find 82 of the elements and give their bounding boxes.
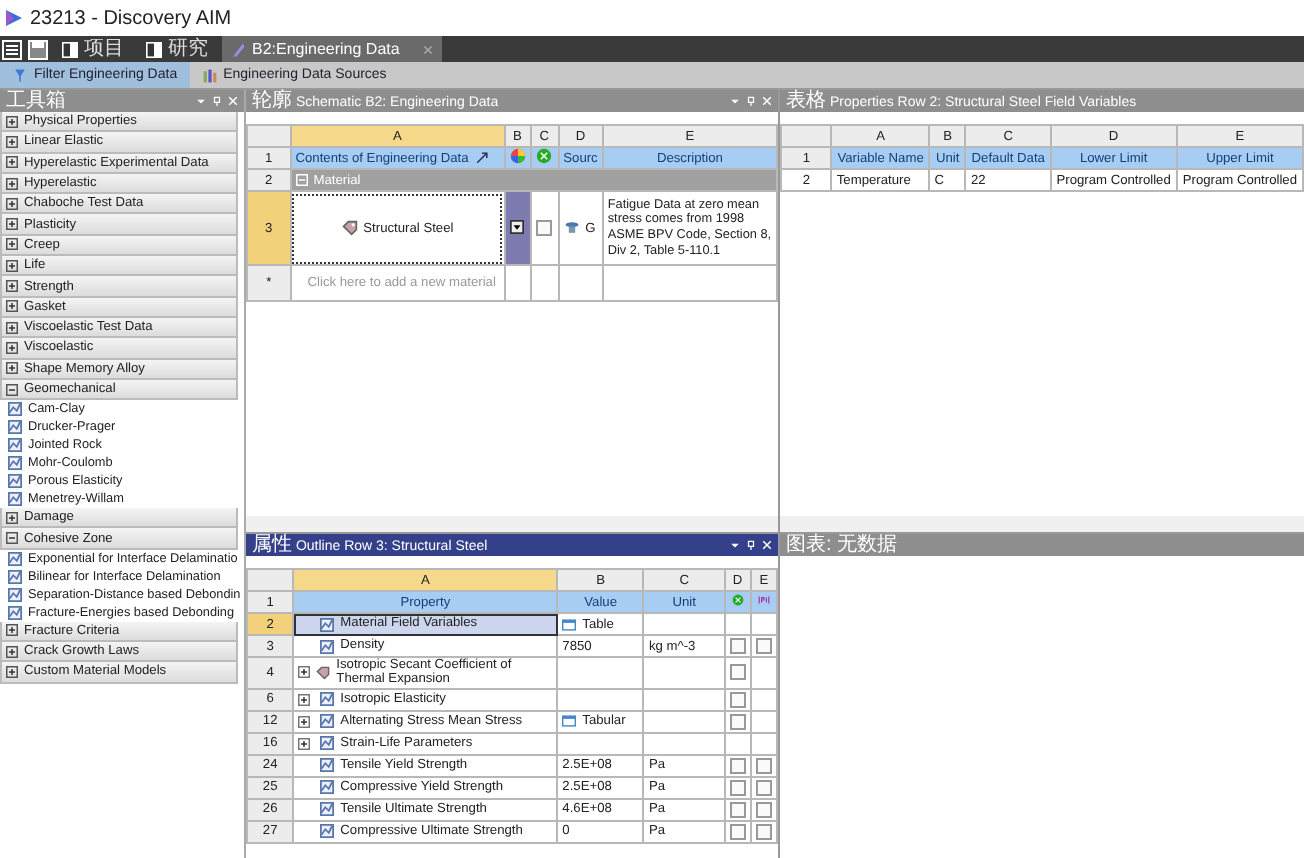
page-icon: [62, 41, 78, 57]
tab[interactable]: B2:Engineering Data: [222, 36, 442, 62]
expander-icon[interactable]: [298, 666, 311, 679]
chart-icon: [320, 714, 335, 729]
caret-icon[interactable]: [730, 540, 740, 550]
checkbox[interactable]: [729, 638, 746, 654]
app-logo-icon: [4, 8, 24, 28]
save-icon[interactable]: [28, 39, 48, 59]
expander-icon[interactable]: [298, 737, 311, 750]
chart-icon: [8, 569, 22, 584]
chart-icon: [8, 420, 22, 435]
chart-icon: [8, 605, 22, 620]
expander-icon: [6, 665, 18, 678]
checkbox[interactable]: [755, 823, 772, 840]
expander-icon: [6, 156, 18, 169]
funnel-icon: [12, 67, 28, 83]
expander-icon: [6, 218, 18, 231]
expander-icon: [6, 135, 18, 148]
checkbox[interactable]: [729, 823, 746, 840]
x-circle-icon: [731, 594, 744, 606]
expander-icon: [6, 321, 18, 334]
table-icon: [562, 617, 577, 631]
menu-icon[interactable]: [2, 39, 22, 59]
expander-icon[interactable]: [298, 715, 311, 728]
panel-title: 图表: 无数据: [786, 534, 898, 556]
expander-icon: [6, 238, 18, 251]
chart-icon: [320, 758, 335, 773]
chart-icon: [320, 617, 335, 631]
chart-icon: [320, 802, 335, 817]
expander-icon: [6, 511, 18, 524]
expander-icon: [6, 383, 18, 395]
chart-icon: [8, 474, 22, 489]
tab[interactable]: 项目: [54, 36, 132, 62]
expander-icon: [295, 174, 308, 186]
window-title: 23213 - Discovery AIM: [30, 7, 232, 29]
flask-icon: [230, 41, 246, 57]
expander-icon: [6, 532, 18, 545]
chart-icon: [320, 639, 335, 653]
dropdown-icon[interactable]: [510, 219, 525, 233]
tab[interactable]: 研究: [138, 36, 216, 62]
chart-icon: [8, 402, 22, 417]
expander-icon[interactable]: [298, 693, 311, 706]
parameter-icon: [757, 594, 770, 606]
expander-icon: [6, 300, 18, 313]
x-circle-icon: [536, 149, 553, 164]
checkbox[interactable]: [755, 638, 772, 654]
expander-icon: [6, 115, 18, 128]
table-icon: [562, 714, 577, 729]
chart-icon: [320, 692, 335, 707]
expander-icon: [6, 362, 18, 375]
chart-icon: [320, 736, 335, 751]
chart-icon: [8, 456, 22, 471]
database-icon: [563, 220, 580, 236]
panel-title: 工具箱: [6, 90, 66, 112]
expander-icon: [6, 645, 18, 658]
pin-icon[interactable]: [746, 540, 756, 550]
chart-icon: [8, 587, 22, 602]
expander-icon: [6, 341, 18, 354]
checkbox[interactable]: [729, 757, 746, 774]
checkbox[interactable]: [755, 779, 772, 796]
expander-icon: [6, 624, 18, 637]
expander-icon: [6, 197, 18, 210]
checkbox[interactable]: [729, 713, 746, 730]
checkbox[interactable]: [729, 691, 746, 708]
chart-icon: [8, 551, 22, 566]
expander-icon: [6, 177, 18, 190]
checkbox[interactable]: [729, 664, 746, 681]
chart-icon: [320, 780, 335, 795]
checkbox[interactable]: [729, 801, 746, 818]
chart-icon: [8, 492, 22, 507]
chart-icon: [8, 438, 22, 453]
chart-icon: [320, 824, 335, 839]
checkbox[interactable]: [729, 779, 746, 796]
tag-icon: [316, 665, 331, 680]
checkbox[interactable]: [755, 757, 772, 774]
checkbox[interactable]: [755, 801, 772, 818]
tag-icon: [341, 220, 358, 236]
checkbox[interactable]: [536, 220, 553, 236]
expander-icon: [6, 259, 18, 272]
color-wheel-icon: [509, 149, 526, 164]
page-icon: [146, 41, 162, 57]
expander-icon: [6, 280, 18, 293]
